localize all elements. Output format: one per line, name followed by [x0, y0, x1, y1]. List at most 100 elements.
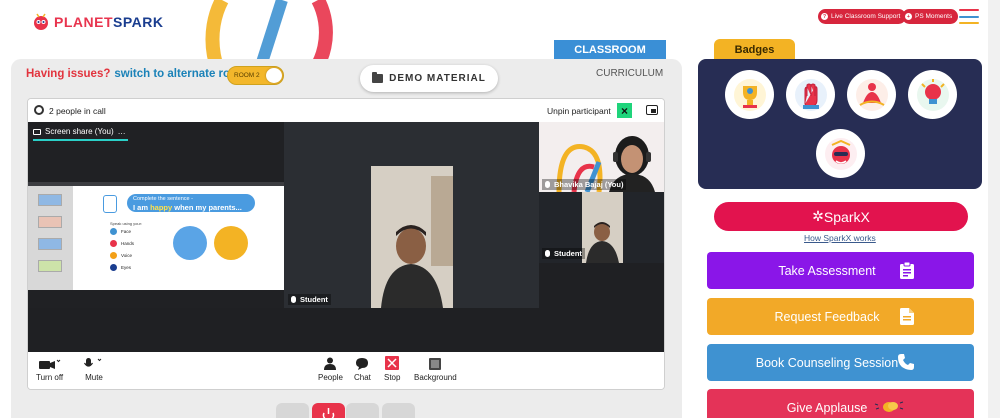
student-video — [371, 166, 453, 308]
participant-tile-student[interactable]: Student — [284, 122, 539, 308]
hamburger-menu-icon[interactable] — [959, 9, 979, 24]
fullscreen-button[interactable] — [276, 403, 309, 418]
person-icon — [324, 355, 337, 370]
chat-bubble-icon — [356, 355, 369, 370]
teacher-name-tag: Bhavika Bajaj (You) — [542, 179, 627, 190]
slide-thumbnails — [28, 186, 73, 290]
call-top-bar: 2 people in call Unpin participant × — [28, 99, 664, 122]
microphone-icon — [291, 296, 296, 303]
moments-icon: + — [905, 13, 912, 20]
eyes-icon — [110, 264, 117, 271]
screen-share-more-icon[interactable]: … — [118, 127, 126, 136]
end-class-power-button[interactable] — [312, 403, 345, 418]
slide-child-illustration — [214, 226, 248, 260]
call-controls: Turn off Mute People Chat Stop Backgroun… — [28, 352, 664, 389]
phone-icon — [898, 354, 914, 370]
slide-item-face: Face — [110, 228, 131, 235]
stop-present-icon — [385, 355, 400, 370]
picture-in-picture-icon[interactable] — [646, 105, 658, 115]
slide-item-eyes: Eyes — [110, 264, 131, 271]
palette-button[interactable] — [382, 403, 415, 418]
slide-prompt-bubble: Complete the sentence - I am happy when … — [127, 194, 255, 212]
mute-button[interactable]: Mute — [83, 355, 105, 382]
participant-tile-student-small[interactable]: Student — [539, 192, 664, 263]
ps-moments-label: PS Moments — [915, 13, 953, 20]
folder-icon — [372, 72, 384, 83]
tab-classroom[interactable]: CLASSROOM — [554, 40, 666, 59]
toggle-knob — [266, 68, 282, 83]
sparkx-button[interactable]: ✲ SparkX — [714, 202, 968, 231]
give-applause-button[interactable]: Give Applause — [707, 389, 974, 418]
raised-hand-badge-icon[interactable] — [786, 70, 835, 119]
hands-icon — [110, 240, 117, 247]
slide-item-voice: Voice — [110, 252, 132, 259]
logo-text: PLANETSPARK — [54, 14, 164, 30]
slide-thumbnail — [38, 238, 62, 250]
screen-share-label: Screen share (You) — [45, 127, 114, 136]
slide-prompt: Complete the sentence - — [133, 196, 193, 202]
live-support-label: Live Classroom Support — [831, 13, 901, 20]
background-label: Background — [414, 373, 457, 382]
power-icon — [322, 408, 335, 418]
stop-presenting-button[interactable]: Stop — [384, 355, 400, 382]
demo-material-label: DEMO MATERIAL — [389, 73, 486, 84]
call-stage: Screen share (You) … Complete the senten… — [28, 122, 664, 352]
slide-sentence: I am happy when my parents... — [133, 202, 242, 212]
how-sparkx-works-link[interactable]: How SparkX works — [804, 233, 876, 243]
background-button[interactable]: Background — [414, 355, 457, 382]
demo-material-button[interactable]: DEMO MATERIAL — [360, 65, 498, 92]
slide-speak-label: Speak using your: — [110, 221, 143, 226]
support-icon: ? — [821, 13, 828, 20]
ps-moments-button[interactable]: + PS Moments — [902, 9, 959, 24]
robot-icon — [103, 195, 117, 213]
slide-thumbnail — [38, 260, 62, 272]
screen-share-icon — [33, 128, 41, 135]
book-counseling-button[interactable]: Book Counseling Session — [707, 344, 974, 381]
settings-gear-icon[interactable] — [34, 105, 44, 115]
chat-button[interactable]: Chat — [354, 355, 371, 382]
sparkx-star-icon: ✲ — [812, 208, 824, 224]
camera-toggle-button[interactable]: Turn off — [36, 355, 63, 382]
tab-curriculum[interactable]: CURRICULUM — [596, 68, 663, 79]
voice-icon — [110, 252, 117, 259]
badges-tab[interactable]: Badges — [714, 39, 795, 60]
page-scrollbar[interactable] — [988, 0, 1000, 418]
student-small-video-feed — [582, 192, 623, 263]
people-button[interactable]: People — [318, 355, 343, 382]
unpin-close-icon[interactable]: × — [617, 103, 632, 118]
people-label: People — [318, 373, 343, 382]
participant-tile-teacher[interactable]: Bhavika Bajaj (You) — [539, 122, 664, 192]
student-name-tag: Student — [288, 294, 331, 305]
trophy-badge-icon[interactable] — [725, 70, 774, 119]
microphone-icon — [545, 250, 550, 257]
shared-presentation: Complete the sentence - I am happy when … — [28, 182, 284, 290]
room-toggle[interactable]: ROOM 2 — [227, 66, 284, 85]
people-in-call: 2 people in call — [49, 106, 106, 116]
microphone-icon — [83, 355, 105, 370]
mute-label: Mute — [85, 373, 103, 382]
student-small-video — [582, 192, 623, 263]
slide-thumbnail — [38, 216, 62, 228]
meditation-badge-icon[interactable] — [847, 70, 896, 119]
video-camera-icon — [38, 355, 61, 370]
sparkx-label: SparkX — [823, 208, 870, 225]
planetspark-logo[interactable]: PLANETSPARK — [32, 12, 163, 32]
lightbulb-badge-icon[interactable] — [908, 70, 957, 119]
superhero-badge-icon[interactable] — [816, 129, 865, 178]
screen-share-header: Screen share (You) … — [33, 127, 126, 136]
live-classroom-support-button[interactable]: ? Live Classroom Support — [818, 9, 907, 24]
face-icon — [110, 228, 117, 235]
logo-mascot-icon — [34, 13, 48, 30]
clapping-hands-icon — [874, 401, 904, 412]
screen-share-tile[interactable]: Screen share (You) … Complete the senten… — [28, 122, 284, 308]
screen-share-underline — [33, 139, 128, 141]
clipboard-icon — [900, 262, 914, 279]
request-feedback-button[interactable]: Request Feedback — [707, 298, 974, 335]
slide-item-hands: Hands — [110, 240, 134, 247]
whiteboard-button[interactable] — [346, 403, 379, 418]
microphone-icon — [545, 181, 550, 188]
issues-question: Having issues? — [26, 68, 111, 80]
take-assessment-button[interactable]: Take Assessment — [707, 252, 974, 289]
slide-child-illustration — [173, 226, 207, 260]
issues-notice: Having issues? switch to alternate room — [26, 68, 247, 80]
